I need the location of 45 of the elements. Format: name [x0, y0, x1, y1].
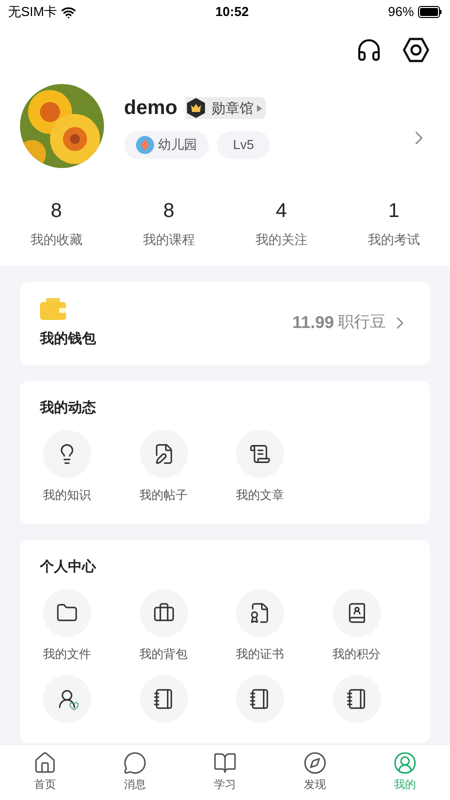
user-name: demo	[124, 96, 178, 122]
badge-hall-button[interactable]: 勋章馆	[185, 97, 266, 120]
feature-item[interactable]: 我的知识	[32, 430, 102, 504]
wallet-unit: 职行豆	[338, 313, 386, 333]
wallet-icon	[40, 298, 66, 320]
caret-icon	[257, 104, 262, 112]
settings-button[interactable]	[402, 36, 430, 64]
feature-item[interactable]: 我的文件	[32, 588, 102, 662]
feature-item[interactable]: 我的帖子	[128, 430, 198, 504]
folder-icon	[56, 602, 78, 624]
certificate-icon	[249, 602, 271, 624]
stat-item[interactable]: 4 我的关注	[225, 196, 338, 250]
compass-icon	[303, 751, 327, 776]
feature-item[interactable]: 我的文章	[225, 430, 295, 504]
wallet-title: 我的钱包	[40, 328, 96, 348]
section-title: 我的动态	[40, 398, 97, 416]
feature-item[interactable]: 我的积分	[322, 588, 392, 662]
stat-item[interactable]: 1 我的考试	[338, 196, 450, 250]
tab-item[interactable]: 学习	[180, 745, 270, 800]
battery-text: 96%	[388, 3, 414, 22]
feature-item[interactable]: 我的证书	[225, 588, 295, 662]
pinwheel-icon	[136, 136, 154, 154]
user-icon	[393, 751, 417, 776]
chat-icon	[123, 751, 147, 776]
status-time: 10:52	[215, 3, 249, 22]
wifi-icon	[61, 4, 76, 20]
notebook-icon[interactable]	[236, 674, 284, 722]
feature-item[interactable]: 我的背包	[128, 588, 198, 662]
school-tag: 幼儿园	[124, 131, 209, 159]
stat-item[interactable]: 8 我的收藏	[0, 196, 112, 250]
carrier-text: 无SIM卡	[8, 3, 58, 22]
level-tag: Lv5	[217, 131, 270, 159]
section-title: 个人中心	[40, 556, 98, 576]
scroll-icon	[249, 442, 271, 464]
tab-item[interactable]: 消息	[90, 745, 180, 800]
battery-icon	[418, 6, 442, 18]
wallet-card[interactable]: 我的钱包 11.99 职行豆	[20, 282, 430, 364]
book-icon	[213, 751, 237, 776]
wallet-amount: 11.99	[292, 312, 334, 334]
crown-badge-icon	[185, 97, 208, 120]
tab-item[interactable]: 首页	[0, 745, 90, 800]
home-icon	[33, 751, 57, 776]
stat-item[interactable]: 8 我的课程	[112, 196, 225, 250]
tab-item[interactable]: 发现	[270, 745, 360, 800]
briefcase-icon	[152, 602, 174, 624]
